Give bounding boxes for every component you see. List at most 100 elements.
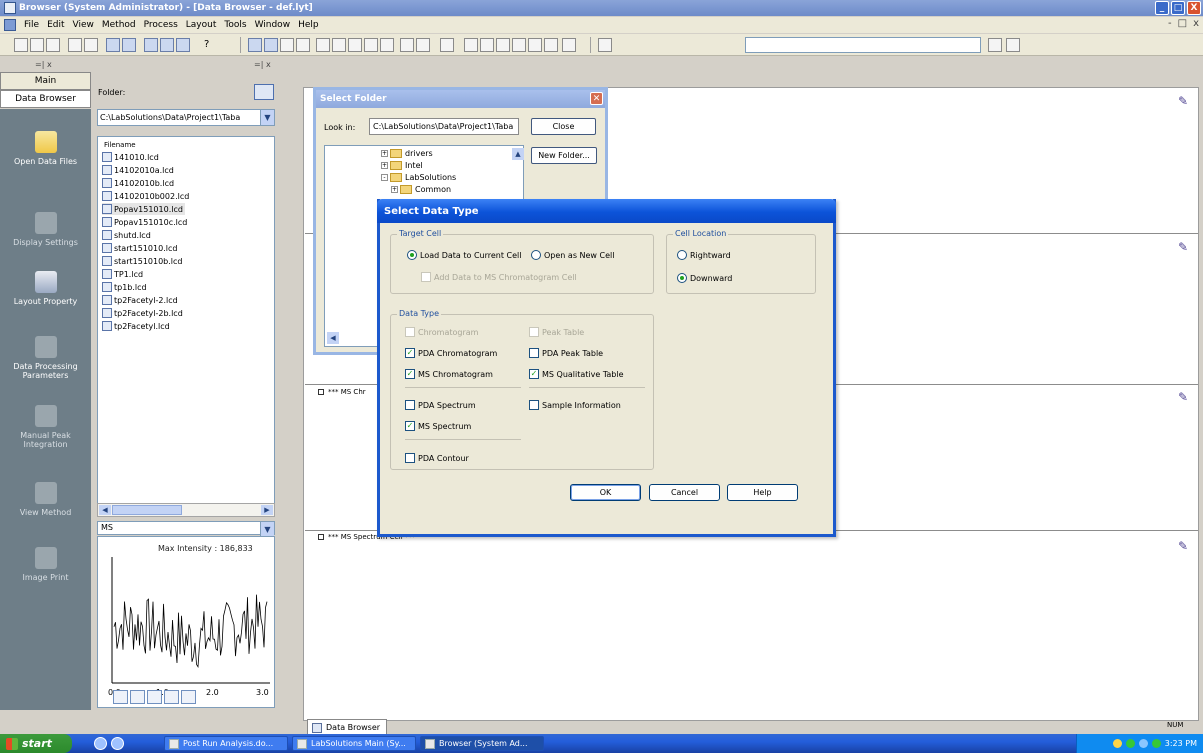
- sidebar-close-button[interactable]: =| x: [35, 60, 52, 69]
- peak-table-checkbox[interactable]: Peak Table: [529, 327, 584, 337]
- sidebar-item-manual-peak-integration[interactable]: Manual Peak Integration: [0, 405, 91, 449]
- ms-spectrum-checkbox[interactable]: ✓ MS Spectrum: [405, 421, 471, 431]
- pda-peak-table-checkbox[interactable]: PDA Peak Table: [529, 348, 603, 358]
- list-item[interactable]: 14102010b002.lcd: [102, 190, 191, 202]
- sidebar-item-data-processing[interactable]: Data Processing Parameters: [0, 336, 91, 380]
- annotate-icon[interactable]: [380, 38, 394, 52]
- layout-icon[interactable]: [106, 38, 120, 52]
- collapse-icon[interactable]: -: [381, 174, 388, 181]
- help-icon[interactable]: ?: [204, 39, 209, 50]
- table-icon[interactable]: [562, 38, 576, 52]
- menu-method[interactable]: Method: [98, 20, 140, 30]
- menu-view[interactable]: View: [69, 20, 98, 30]
- image-tab-icon[interactable]: [181, 690, 196, 704]
- list-item-selected[interactable]: Popav151010.lcd: [102, 203, 185, 215]
- add-ms-chromatogram-checkbox[interactable]: Add Data to MS Chromatogram Cell: [421, 272, 577, 282]
- sidebar-item-open-data-files[interactable]: Open Data Files: [0, 131, 91, 166]
- security-icon[interactable]: [1112, 739, 1122, 748]
- menu-file[interactable]: File: [20, 20, 43, 30]
- method-tab-icon[interactable]: [164, 690, 179, 704]
- sidebar-tab-data-browser[interactable]: Data Browser: [0, 90, 91, 108]
- open-icon[interactable]: [30, 38, 44, 52]
- internet-explorer-icon[interactable]: [111, 737, 124, 750]
- menu-window[interactable]: Window: [251, 20, 295, 30]
- align-right-icon[interactable]: [496, 38, 510, 52]
- run-icon[interactable]: [988, 38, 1002, 52]
- network-icon[interactable]: [1125, 739, 1135, 748]
- tree-item-common[interactable]: + Common: [391, 185, 451, 194]
- list-item[interactable]: tp2Facetyl.lcd: [102, 320, 172, 332]
- minimize-button[interactable]: _: [1155, 1, 1169, 15]
- expand-icon[interactable]: +: [391, 186, 398, 193]
- scroll-left-icon[interactable]: ◀: [327, 332, 339, 344]
- stop-icon[interactable]: [1006, 38, 1020, 52]
- scroll-right-icon[interactable]: ▶: [261, 505, 273, 515]
- pda-contour-checkbox[interactable]: PDA Contour: [405, 453, 469, 463]
- file-panel-close-button[interactable]: =| x: [254, 60, 271, 69]
- task-labsolutions-main[interactable]: LabSolutions Main (Sy...: [292, 736, 416, 751]
- tree-item-intel[interactable]: + Intel: [381, 161, 423, 170]
- distribute-2-icon[interactable]: [528, 38, 542, 52]
- volume-icon[interactable]: [1138, 739, 1148, 748]
- pin-icon[interactable]: ✎: [1176, 94, 1190, 108]
- scroll-left-icon[interactable]: ◀: [99, 505, 111, 515]
- file-list-scrollbar[interactable]: ◀ ▶: [97, 503, 275, 517]
- save-icon[interactable]: [46, 38, 60, 52]
- list-item[interactable]: TP1.lcd: [102, 268, 145, 280]
- pin-icon[interactable]: ✎: [1176, 390, 1190, 404]
- window-icon[interactable]: [144, 38, 158, 52]
- distribute-icon[interactable]: [512, 38, 526, 52]
- open-new-cell-radio[interactable]: Open as New Cell: [531, 250, 614, 260]
- list-item[interactable]: shutd.lcd: [102, 229, 153, 241]
- menu-help[interactable]: Help: [294, 20, 323, 30]
- sidebar-item-display-settings[interactable]: Display Settings: [0, 212, 91, 247]
- new-folder-button[interactable]: New Folder...: [531, 147, 597, 164]
- zoom-icon[interactable]: [364, 38, 378, 52]
- align-center-icon[interactable]: [480, 38, 494, 52]
- info-tab-icon[interactable]: [147, 690, 162, 704]
- menu-process[interactable]: Process: [140, 20, 182, 30]
- edit-icon[interactable]: [598, 38, 612, 52]
- mdi-close-button[interactable]: x: [1193, 18, 1199, 29]
- new-icon[interactable]: [14, 38, 28, 52]
- update-icon[interactable]: [1151, 739, 1161, 748]
- close-button[interactable]: Close: [531, 118, 596, 135]
- pin-icon[interactable]: ✎: [1176, 240, 1190, 254]
- pin-icon[interactable]: ✎: [1176, 539, 1190, 553]
- list-item[interactable]: tp2Facetyl-2b.lcd: [102, 307, 185, 319]
- list-item[interactable]: tp1b.lcd: [102, 281, 149, 293]
- menu-tools[interactable]: Tools: [220, 20, 250, 30]
- spectrum-icon[interactable]: [316, 38, 330, 52]
- downward-radio[interactable]: Downward: [677, 273, 732, 283]
- file-list[interactable]: Filename 141010.lcd 14102010a.lcd 141020…: [97, 136, 275, 516]
- tree-item-drivers[interactable]: + drivers: [381, 149, 433, 158]
- chromatogram-checkbox[interactable]: Chromatogram: [405, 327, 478, 337]
- folder-path-select[interactable]: C:\LabSolutions\Data\Project1\Taba ▼: [97, 109, 275, 126]
- task-browser[interactable]: Browser (System Ad...: [420, 736, 544, 751]
- axis-2-icon[interactable]: [416, 38, 430, 52]
- peak-icon[interactable]: [332, 38, 346, 52]
- status-icon[interactable]: [160, 38, 174, 52]
- maximize-button[interactable]: □: [1171, 1, 1185, 15]
- chevron-down-icon[interactable]: ▼: [260, 522, 274, 537]
- start-button[interactable]: start: [0, 734, 72, 753]
- print-icon[interactable]: [68, 38, 82, 52]
- scrollbar-thumb[interactable]: [112, 505, 182, 515]
- ms-select[interactable]: MS ▼: [97, 521, 275, 537]
- find-icon[interactable]: [122, 38, 136, 52]
- cell-2-icon[interactable]: [296, 38, 310, 52]
- list-item[interactable]: 14102010b.lcd: [102, 177, 176, 189]
- browser-icon[interactable]: [94, 737, 107, 750]
- mdi-restore-button[interactable]: □: [1178, 18, 1187, 29]
- rightward-radio[interactable]: Rightward: [677, 250, 731, 260]
- axis-icon[interactable]: [400, 38, 414, 52]
- table-tab-icon[interactable]: [130, 690, 145, 704]
- list-item[interactable]: Popav151010c.lcd: [102, 216, 189, 228]
- mdi-minimize-button[interactable]: -: [1168, 18, 1172, 29]
- sidebar-item-layout-property[interactable]: Layout Property: [0, 271, 91, 306]
- task-post-run-analysis[interactable]: Post Run Analysis.do...: [164, 736, 288, 751]
- cancel-button[interactable]: Cancel: [649, 484, 720, 501]
- chart-tab-icon[interactable]: [113, 690, 128, 704]
- ms-chromatogram-checkbox[interactable]: ✓ MS Chromatogram: [405, 369, 493, 379]
- print-preview-icon[interactable]: [84, 38, 98, 52]
